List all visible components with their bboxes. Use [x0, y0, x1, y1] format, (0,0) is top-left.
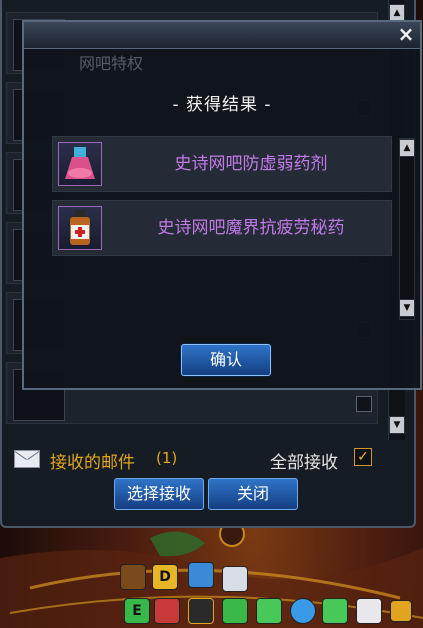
result-item-row[interactable]: 史诗网吧魔界抗疲劳秘药: [52, 200, 392, 256]
game-screen: ▲ ▼ 接收的邮件 (1) 全部接收 ✓ 选择接收 关闭 网吧特权 × - 获得…: [0, 0, 423, 628]
mail-scroll-down-button[interactable]: ▼: [389, 416, 405, 434]
treasure-chest-icon[interactable]: [120, 564, 146, 590]
dialog-scroll-up-button[interactable]: ▲: [399, 139, 415, 157]
tv-icon[interactable]: [188, 598, 214, 624]
medicine-bottle-graphic: [70, 210, 90, 245]
envelope-icon: [14, 450, 40, 468]
avatar-icon[interactable]: [356, 598, 382, 624]
monitor-icon[interactable]: [188, 562, 214, 588]
received-mail-label: 接收的邮件: [50, 453, 135, 473]
result-dialog: 网吧特权 × - 获得结果 - 史诗网吧防虚弱药剂 史诗网吧魔界抗疲劳秘药 ▲ …: [22, 20, 422, 390]
character-icon[interactable]: [154, 598, 180, 624]
mail-icon[interactable]: [222, 566, 248, 592]
dialog-scrollbar[interactable]: ▲ ▼: [399, 138, 415, 320]
dialog-heading: - 获得结果 -: [172, 95, 272, 115]
potion-flask-graphic: [65, 147, 95, 179]
tp-icon[interactable]: [290, 598, 316, 624]
e-badge-icon[interactable]: E: [124, 598, 150, 624]
mailbox-footer: 接收的邮件 (1) 全部接收 ✓ 选择接收 关闭: [2, 440, 414, 526]
mail-checkbox[interactable]: [356, 396, 372, 412]
result-item-row[interactable]: 史诗网吧防虚弱药剂: [52, 136, 392, 192]
game-hud: D E: [0, 528, 423, 628]
close-icon[interactable]: ×: [396, 23, 416, 45]
confirm-button[interactable]: 确认: [181, 344, 271, 376]
result-item-name: 史诗网吧魔界抗疲劳秘药: [157, 218, 345, 238]
medicine-bottle-icon: [58, 206, 102, 250]
accept-all-label: 全部接收: [270, 453, 338, 473]
select-receive-button[interactable]: 选择接收: [114, 478, 204, 510]
crown-icon[interactable]: [390, 600, 412, 622]
gift-icon[interactable]: [222, 598, 248, 624]
close-button[interactable]: 关闭: [208, 478, 298, 510]
result-item-name: 史诗网吧防虚弱药剂: [174, 154, 328, 174]
d-badge-icon[interactable]: D: [152, 564, 178, 590]
dialog-titlebar[interactable]: [24, 22, 420, 49]
potion-flask-icon: [58, 142, 102, 186]
dialog-scroll-down-button[interactable]: ▼: [399, 299, 415, 317]
dialog-background-title: 网吧特权: [79, 54, 144, 73]
ticket-icon[interactable]: [322, 598, 348, 624]
accept-all-checkbox[interactable]: ✓: [354, 448, 372, 466]
ticket-icon[interactable]: [256, 598, 282, 624]
received-mail-count: (1): [156, 449, 178, 467]
